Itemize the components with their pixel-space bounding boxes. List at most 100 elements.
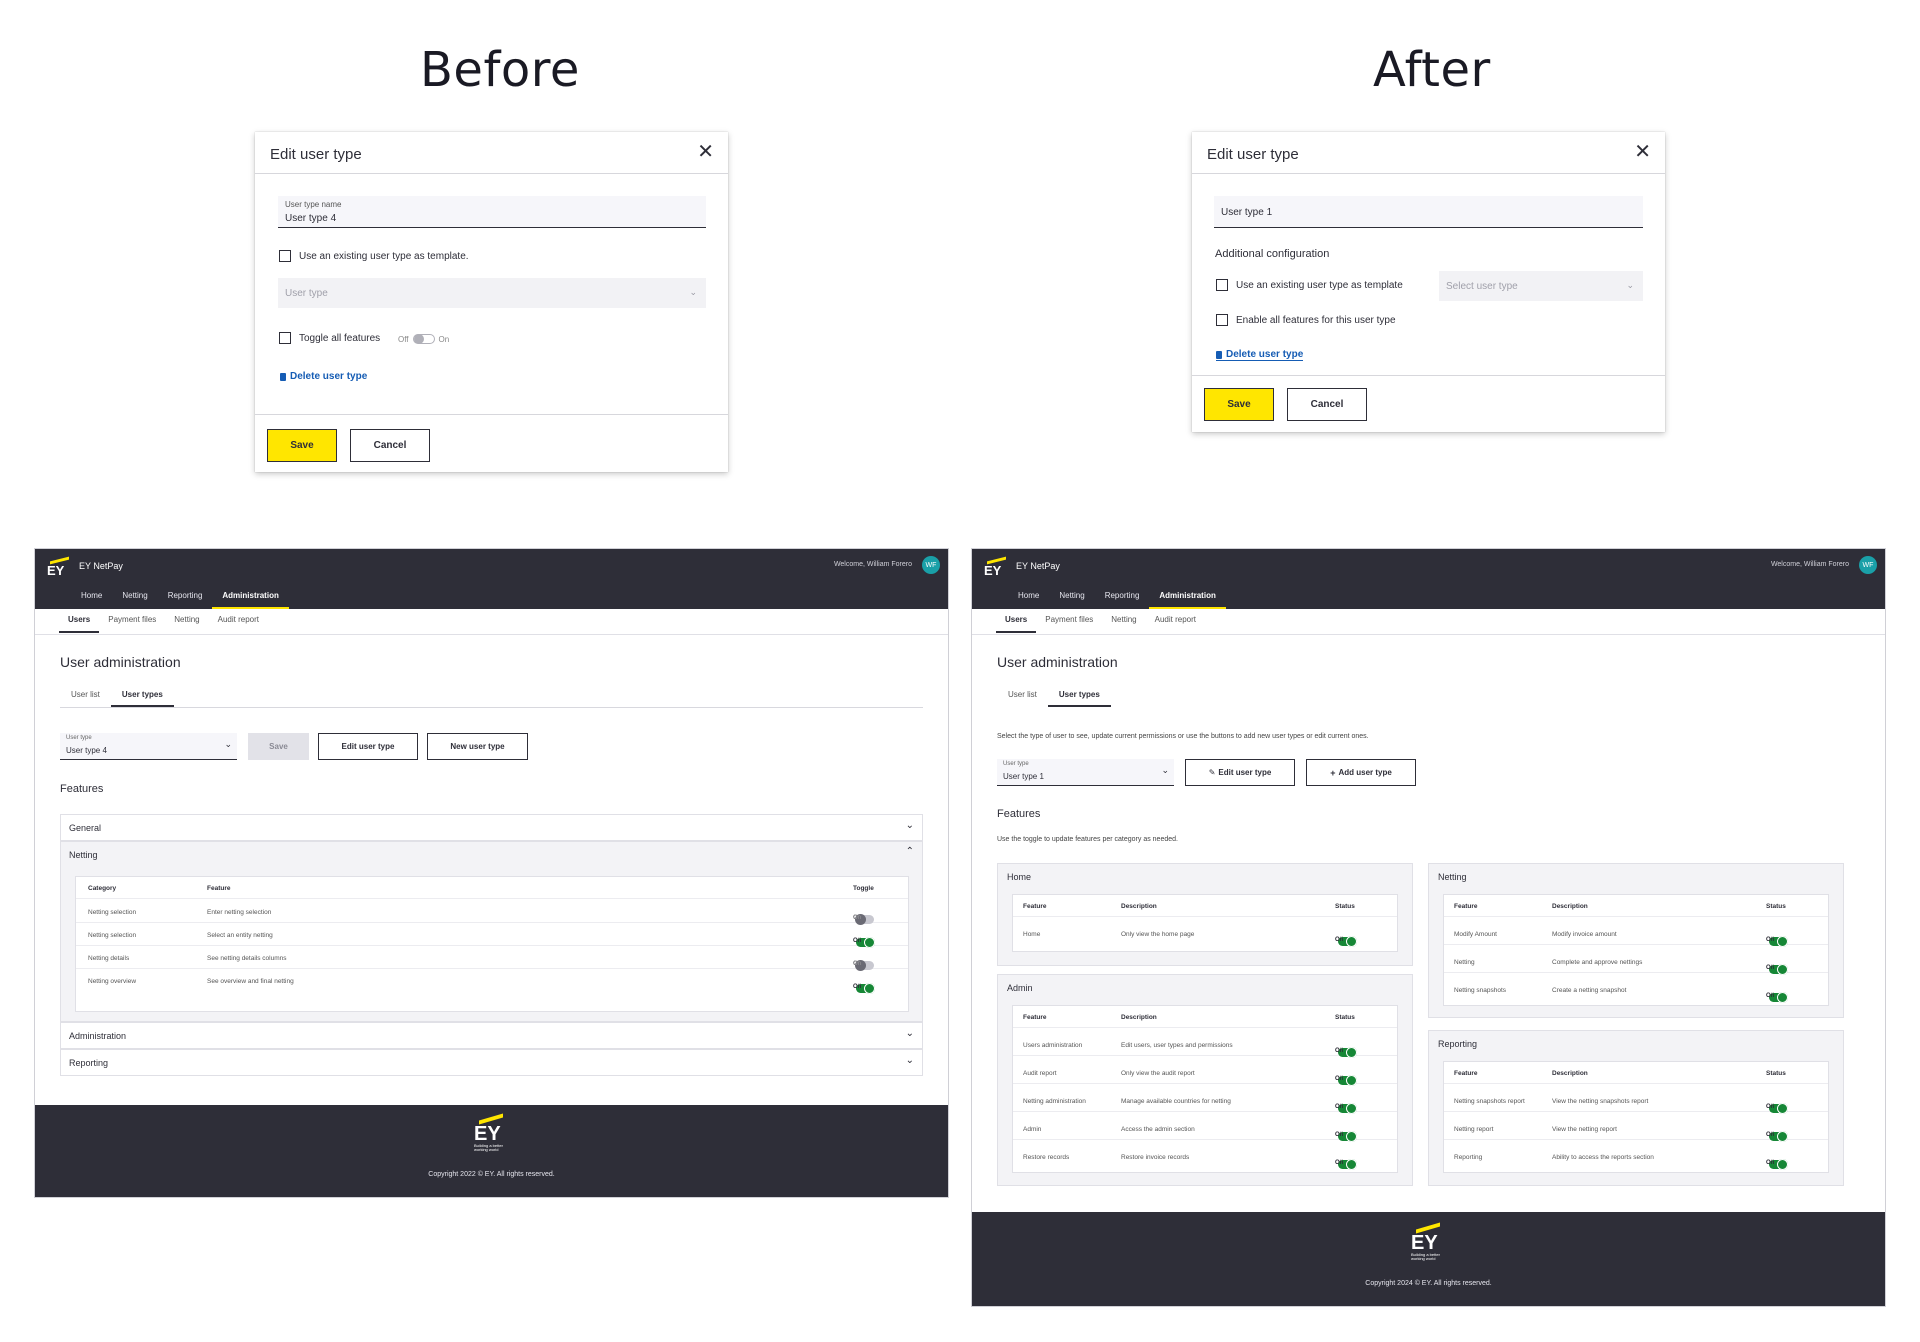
tab-user-types[interactable]: User types [1047, 689, 1111, 707]
nav-netting[interactable]: Netting [1049, 587, 1094, 609]
nav-reporting[interactable]: Reporting [158, 587, 213, 609]
accordion-label: Reporting [69, 1058, 109, 1068]
checkbox[interactable] [1216, 314, 1228, 326]
toggle-switch[interactable] [412, 334, 435, 344]
header-description: Description [1121, 1014, 1157, 1021]
table-row: Admin Access the admin section OffOn [1013, 1118, 1397, 1142]
tab-user-list[interactable]: User list [997, 689, 1048, 707]
feature-toggle[interactable]: OffOn [853, 953, 877, 971]
nav-home[interactable]: Home [71, 587, 112, 609]
subnav-payment-files[interactable]: Payment files [99, 611, 165, 633]
feature-toggle[interactable]: OffOn [853, 976, 877, 994]
subnav-payment-files[interactable]: Payment files [1036, 611, 1102, 633]
subnav-netting[interactable]: Netting [165, 611, 208, 633]
field-value: User type 1 [1221, 207, 1273, 218]
feature-toggle[interactable]: OffOn [1766, 1124, 1790, 1142]
tabs: User list User types [997, 689, 1111, 707]
new-user-type-button[interactable]: New user type [427, 733, 528, 760]
copyright: Copyright 2024 © EY. All rights reserved… [1365, 1280, 1492, 1287]
cancel-button[interactable]: Cancel [350, 429, 430, 462]
checkbox[interactable] [1216, 279, 1228, 291]
feature-toggle[interactable]: OffOn [1766, 985, 1790, 1003]
subnav-netting[interactable]: Netting [1102, 611, 1145, 633]
feature-toggle[interactable]: OffOn [1335, 1124, 1359, 1142]
accordion-administration[interactable]: Administration ⌄ [60, 1022, 923, 1049]
add-user-type-button[interactable]: Add user type [1306, 759, 1416, 786]
feature-toggle[interactable]: OffOn [1335, 1096, 1359, 1114]
edit-user-type-button[interactable]: Edit user type [1185, 759, 1295, 786]
feature-toggle[interactable]: OffOn [1335, 1152, 1359, 1170]
subnav-users[interactable]: Users [996, 611, 1037, 633]
subnav-audit-report[interactable]: Audit report [1146, 611, 1205, 633]
netting-features-table: Category Feature Toggle Netting selectio… [75, 876, 909, 1012]
table-header-row: Feature Description Status [1013, 895, 1397, 917]
cell-description: Complete and approve nettings [1552, 959, 1643, 966]
close-icon[interactable]: ✕ [697, 142, 714, 162]
tab-user-list[interactable]: User list [60, 689, 111, 707]
save-button[interactable]: Save [1204, 388, 1274, 421]
nav-netting[interactable]: Netting [112, 587, 157, 609]
nav-home[interactable]: Home [1008, 587, 1049, 609]
close-icon[interactable]: ✕ [1634, 142, 1651, 162]
delete-user-type-link[interactable]: Delete user type [1216, 349, 1304, 361]
accordion-general[interactable]: General ⌄ [60, 814, 923, 841]
divider [35, 634, 948, 635]
cell-feature: Admin [1023, 1126, 1042, 1133]
save-button[interactable]: Save [248, 733, 309, 760]
header-description: Description [1552, 1070, 1588, 1077]
cell-feature: Select an entity netting [207, 932, 273, 939]
feature-toggle[interactable]: OffOn [1766, 1152, 1790, 1170]
feature-toggle[interactable]: OffOn [1335, 1068, 1359, 1086]
chevron-up-icon[interactable]: ⌃ [906, 846, 914, 857]
subnav-audit-report[interactable]: Audit report [209, 611, 268, 633]
toggle-all-row[interactable]: Toggle all features [279, 332, 380, 344]
delete-user-type-link[interactable]: Delete user type [280, 371, 367, 382]
nav-administration[interactable]: Administration [1149, 587, 1226, 609]
table-header-row: Feature Description Status [1444, 895, 1828, 917]
accordion-label[interactable]: Netting [69, 850, 98, 860]
feature-toggle[interactable]: OffOn [853, 930, 877, 948]
reporting-features-table: Feature Description Status Netting snaps… [1443, 1061, 1829, 1173]
page-title: User administration [60, 654, 181, 670]
accordion-reporting[interactable]: Reporting ⌄ [60, 1049, 923, 1076]
cell-feature: Netting snapshots [1454, 987, 1507, 994]
cell-feature: See netting details columns [207, 955, 287, 962]
edit-user-type-button[interactable]: Edit user type [318, 733, 418, 760]
subnav-users[interactable]: Users [59, 611, 100, 633]
checkbox[interactable] [279, 332, 291, 344]
nav-administration[interactable]: Administration [212, 587, 289, 609]
accordion-label: Administration [69, 1031, 127, 1041]
header-feature: Feature [1023, 903, 1047, 910]
enable-all-row[interactable]: Enable all features for this user type [1216, 314, 1396, 326]
user-type-dropdown[interactable]: User type User type 1 ⌄ [997, 759, 1174, 786]
cell-description: View the netting snapshots report [1552, 1098, 1649, 1105]
user-type-name-field[interactable]: User type name User type 4 [278, 196, 706, 228]
feature-toggle[interactable]: OffOn [853, 907, 877, 925]
feature-toggle[interactable]: OffOn [1335, 1040, 1359, 1058]
template-checkbox-row[interactable]: Use an existing user type as template [1216, 279, 1403, 291]
feature-toggle[interactable]: OffOn [1335, 929, 1359, 947]
toggle-all-switch[interactable]: Off On [398, 334, 449, 344]
cancel-button[interactable]: Cancel [1287, 388, 1367, 421]
avatar[interactable]: WF [1859, 556, 1877, 574]
footer: EY Building a better working world Copyri… [35, 1105, 948, 1197]
user-type-name-field[interactable]: User type 1 [1214, 196, 1643, 228]
avatar[interactable]: WF [922, 556, 940, 574]
cell-description: Restore invoice records [1121, 1154, 1190, 1161]
nav-reporting[interactable]: Reporting [1095, 587, 1150, 609]
user-type-select[interactable]: User type ⌄ [278, 278, 706, 308]
template-checkbox-row[interactable]: Use an existing user type as template. [279, 250, 469, 262]
select-user-type[interactable]: Select user type ⌄ [1439, 271, 1643, 301]
checkbox[interactable] [279, 250, 291, 262]
copyright: Copyright 2022 © EY. All rights reserved… [428, 1171, 555, 1178]
tab-user-types[interactable]: User types [110, 689, 174, 707]
feature-toggle[interactable]: OffOn [1766, 929, 1790, 947]
ey-footer-logo: EY Building a better working world [1409, 1222, 1449, 1266]
before-heading: Before [420, 42, 580, 98]
additional-config-title: Additional configuration [1215, 248, 1330, 260]
save-button[interactable]: Save [267, 429, 337, 462]
feature-toggle[interactable]: OffOn [1766, 1096, 1790, 1114]
header-status: Status [1335, 903, 1355, 910]
user-type-dropdown[interactable]: User type User type 4 ⌄ [60, 733, 237, 760]
feature-toggle[interactable]: OffOn [1766, 957, 1790, 975]
